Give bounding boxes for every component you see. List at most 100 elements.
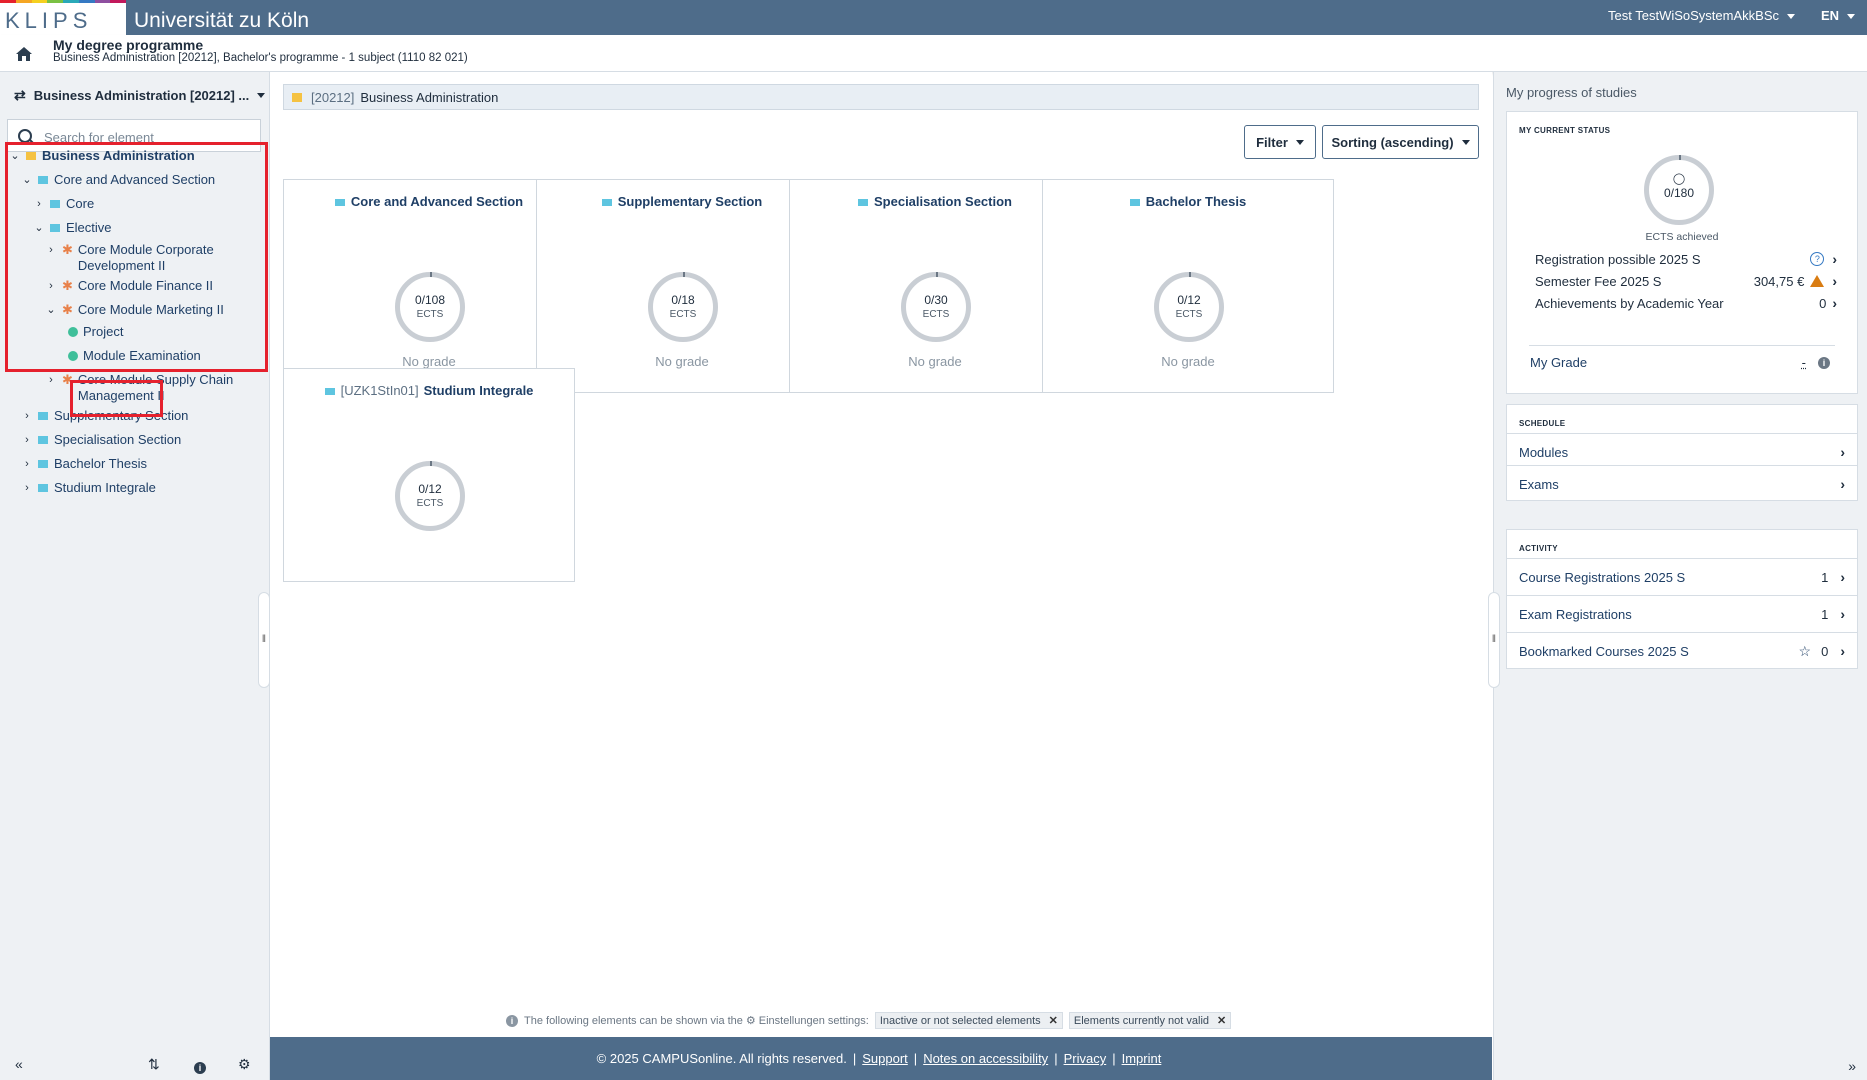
tree-item-label: Specialisation Section: [54, 432, 182, 447]
home-icon[interactable]: [15, 46, 33, 62]
ects-progress-ring: ◯ 0/180: [1644, 155, 1714, 225]
tree-item-label: Studium Integrale: [54, 480, 156, 495]
section-card[interactable]: Supplementary Section 0/18 ECTS No grade: [536, 179, 828, 393]
flag-icon: [292, 92, 302, 102]
chevron-down-icon: [1787, 14, 1795, 20]
chevron-right-icon: ›: [1840, 569, 1845, 585]
copyright: © 2025 CAMPUSonline. All rights reserved…: [596, 1051, 847, 1066]
close-icon[interactable]: ✕: [1217, 1015, 1226, 1027]
tree-item-label: Bachelor Thesis: [54, 456, 147, 471]
logo-stripe: [0, 0, 16, 3]
chevron-right-icon: ›: [1832, 295, 1837, 311]
footer: © 2025 CAMPUSonline. All rights reserved…: [270, 1037, 1492, 1080]
course-registrations-row[interactable]: Course Registrations 2025 S 1 ›: [1507, 558, 1857, 595]
right-panel-resize-handle[interactable]: ‖: [1488, 592, 1500, 688]
close-icon[interactable]: ✕: [1049, 1015, 1058, 1027]
exams-label: Exams: [1519, 476, 1559, 492]
chevron-right-icon: ›: [1840, 643, 1845, 659]
ects-progress-ring: 0/30 ECTS: [901, 272, 971, 342]
flag-icon: [324, 388, 335, 396]
user-menu[interactable]: Test TestWiSoSystemAkkBSc: [1608, 8, 1795, 23]
my-grade-label: My Grade: [1530, 355, 1588, 370]
page-subtitle: Business Administration [20212], Bachelo…: [53, 52, 468, 64]
programme-select-label: Business Administration [20212] ...: [33, 88, 250, 103]
chevron-right-icon[interactable]: ›: [22, 480, 32, 496]
card-title: Supplementary Section: [537, 194, 827, 209]
chip-not-valid[interactable]: Elements currently not valid ✕: [1068, 1012, 1232, 1029]
settings-link[interactable]: Einstellungen settings:: [759, 1015, 869, 1027]
info-icon[interactable]: i: [1818, 356, 1830, 369]
page-header: My degree programme Business Administrat…: [0, 35, 1867, 72]
help-icon[interactable]: ?: [1810, 252, 1825, 266]
ects-unit: ECTS: [1175, 309, 1203, 320]
section-card[interactable]: Specialisation Section 0/30 ECTS No grade: [789, 179, 1081, 393]
accessibility-link[interactable]: Notes on accessibility: [923, 1051, 1048, 1066]
flag-icon: [1129, 199, 1140, 207]
sorting-button[interactable]: Sorting (ascending): [1322, 125, 1479, 159]
breadcrumb-code: [20212]: [311, 89, 355, 105]
card-title-text: Core and Advanced Section: [350, 194, 524, 209]
support-link[interactable]: Support: [862, 1051, 908, 1066]
semester-fee-row[interactable]: Semester Fee 2025 S 304,75 € ›: [1535, 273, 1837, 289]
chip-label: Inactive or not selected elements: [879, 1015, 1041, 1027]
section-card[interactable]: [UZK1StIn01] Studium Integrale 0/12 ECTS: [283, 368, 575, 582]
info-icon[interactable]: i: [194, 1058, 206, 1074]
bookmarked-courses-row[interactable]: Bookmarked Courses 2025 S ☆ 0 ›: [1507, 632, 1857, 669]
grade-text: No grade: [655, 354, 709, 369]
collapse-sidebar-icon[interactable]: «: [15, 1056, 23, 1072]
ects-value: 0/18: [671, 293, 695, 307]
card-title-text: Supplementary Section: [617, 194, 763, 209]
schedule-exams[interactable]: Exams ›: [1507, 465, 1857, 502]
ects-value: 0/12: [1177, 293, 1201, 307]
card-title: Core and Advanced Section: [284, 194, 574, 209]
logo-stripes: [0, 0, 126, 3]
language-menu[interactable]: EN: [1821, 8, 1855, 23]
logo-stripe: [31, 0, 48, 3]
section-card[interactable]: Bachelor Thesis 0/12 ECTS No grade: [1042, 179, 1334, 393]
achievements-label: Achievements by Academic Year: [1535, 295, 1724, 311]
imprint-link[interactable]: Imprint: [1122, 1051, 1162, 1066]
sidebar-toolbar: « ⇅ i ⚙: [0, 1050, 269, 1080]
sort-icon[interactable]: ⇅: [148, 1056, 160, 1073]
chip-label: Elements currently not valid: [1073, 1015, 1210, 1027]
top-bar: KLIPS 2.0 Universität zu Köln Test TestW…: [0, 0, 1867, 59]
exam-registrations-row[interactable]: Exam Registrations 1 ›: [1507, 595, 1857, 632]
activity-heading: ACTIVITY: [1519, 544, 1558, 553]
sidebar-resize-handle[interactable]: ‖: [258, 592, 270, 688]
bookmarked-courses-count: 0: [1821, 643, 1829, 659]
chevron-down-icon: [1461, 139, 1470, 145]
filter-button[interactable]: Filter: [1244, 125, 1316, 159]
semester-fee-value: 304,75 €: [1753, 273, 1805, 289]
chevron-right-icon: ›: [1840, 444, 1845, 460]
activity-panel: ACTIVITY Course Registrations 2025 S 1 ›…: [1506, 529, 1858, 669]
tree-item[interactable]: › Bachelor Thesis: [22, 456, 147, 472]
tree-item[interactable]: › Specialisation Section: [22, 432, 181, 448]
tree-item[interactable]: › Studium Integrale: [22, 480, 156, 496]
ects-unit: ECTS: [416, 498, 444, 509]
chevron-right-icon[interactable]: ›: [22, 432, 32, 448]
chevron-down-icon: [257, 93, 266, 98]
logo-stripe: [94, 0, 111, 3]
registration-row[interactable]: Registration possible 2025 S ? ›: [1535, 251, 1837, 267]
flag-icon: [38, 436, 48, 444]
section-card[interactable]: Core and Advanced Section 0/108 ECTS No gra…: [283, 179, 575, 393]
university-name: Universität zu Köln: [134, 9, 310, 32]
flag-icon: [38, 460, 48, 468]
klips-logo[interactable]: KLIPS 2.0: [0, 0, 126, 59]
grade-text: No grade: [402, 354, 456, 369]
grade-text: No grade: [908, 354, 962, 369]
achievements-row[interactable]: Achievements by Academic Year 0 ›: [1535, 295, 1837, 311]
programme-selector[interactable]: ⇄ Business Administration [20212] ...: [14, 87, 266, 104]
warning-icon: [1810, 275, 1825, 287]
highlight-box-tree: [5, 142, 268, 372]
privacy-link[interactable]: Privacy: [1064, 1051, 1107, 1066]
star-icon: ☆: [1798, 642, 1812, 659]
expand-panel-icon[interactable]: »: [1848, 1058, 1856, 1074]
chip-inactive[interactable]: Inactive or not selected elements ✕: [874, 1012, 1063, 1029]
settings-note-text: The following elements can be shown via …: [524, 1014, 743, 1027]
chevron-right-icon[interactable]: ›: [46, 372, 56, 388]
chevron-right-icon[interactable]: ›: [22, 456, 32, 472]
card-title-text: Studium Integrale: [423, 383, 534, 398]
chevron-right-icon[interactable]: ›: [22, 408, 32, 424]
gear-icon[interactable]: ⚙: [238, 1056, 251, 1073]
